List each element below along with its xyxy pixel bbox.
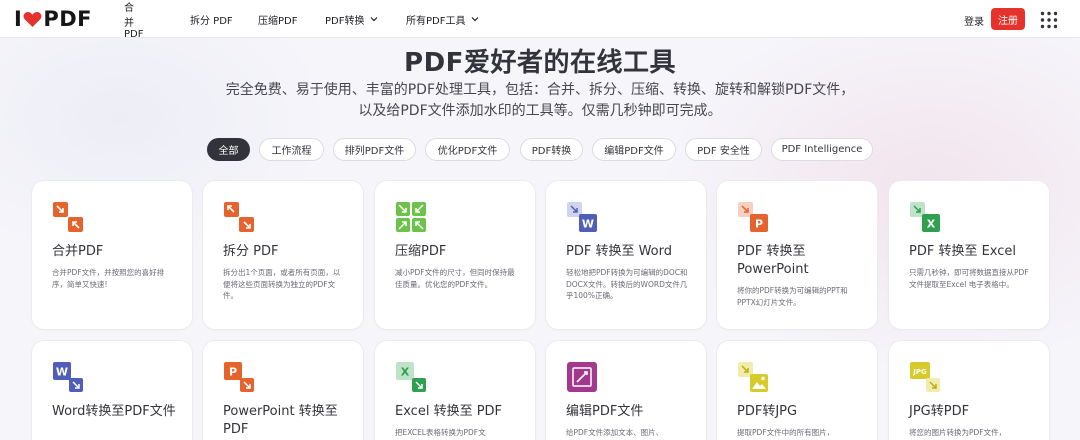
svg-text:W: W [582,218,594,231]
tool-title: PDF 转换至 PowerPoint [737,244,809,277]
page-title: PDF爱好者的在线工具 [404,48,676,78]
filter-security[interactable]: PDF 安全性 [685,138,762,161]
pdf-to-jpg-icon [738,362,768,392]
svg-text:W: W [56,366,68,379]
nav-compress-pdf[interactable]: 压缩PDF [258,12,297,27]
tool-card-jpg-to-pdf[interactable]: JPG JPG转PDF 将您的图片转换为PDF文件， [889,341,1049,440]
logo-wordmark: PDF [43,7,92,31]
filter-edit[interactable]: 编辑PDF文件 [592,138,676,161]
edit-pdf-icon [567,362,597,392]
tool-card-pdf-to-jpg[interactable]: PDF转JPG 提取PDF文件中的所有图片， [717,341,877,440]
tool-title: 编辑PDF文件 [566,404,644,419]
ppt-to-pdf-icon: P [224,362,254,392]
tool-description: 拆分出1个页面，或者所有页面，以便将这些页面转换为独立的PDF文件。 [223,268,341,300]
tool-description: 轻松地把PDF转换为可编辑的DOC和DOCX文件。转换后的WORD文件几乎100… [566,268,688,300]
tool-card-split-pdf[interactable]: 拆分 PDF 拆分出1个页面，或者所有页面，以便将这些页面转换为独立的PDF文件… [203,181,363,329]
tool-card-excel-to-pdf[interactable]: X Excel 转换至 PDF 把EXCEL表格转换为PDF文 [375,341,535,440]
word-to-pdf-icon: W [53,362,83,392]
tool-title: 合并PDF [52,244,104,259]
chevron-down-icon [371,17,378,22]
compress-icon [396,202,426,232]
ilovepdf-logo[interactable]: I PDF [14,7,92,31]
jpg-to-pdf-icon: JPG [910,362,940,392]
tool-title: Excel 转换至 PDF [395,404,503,419]
tool-description: 将您的图片转换为PDF文件， [909,428,1007,437]
excel-to-pdf-icon: X [396,362,426,392]
login-link[interactable]: 登录 [964,13,984,28]
svg-text:P: P [229,366,237,379]
tool-description: 合并PDF文件，并按照您的喜好排序，简单又快速! [52,268,165,289]
svg-text:JPG: JPG [912,368,927,376]
tool-card-pdf-to-excel[interactable]: X PDF 转换至 Excel 只需几秒钟，即可将数据直接从PDF文件提取至Ex… [889,181,1049,329]
nav-all-tools[interactable]: 所有PDF工具 [406,12,479,27]
top-nav-bar: I PDF 合并PDF 拆分 PDF 压缩PDF PDF转换 所有PDF工具 登… [0,0,1080,40]
tool-card-merge-pdf[interactable]: 合并PDF 合并PDF文件，并按照您的喜好排序，简单又快速! [32,181,192,329]
tool-card-pdf-to-word[interactable]: W PDF 转换至 Word 轻松地把PDF转换为可编辑的DOC和DOCX文件。… [546,181,706,329]
logo-letter: I [14,7,23,31]
filter-convert[interactable]: PDF转换 [520,138,583,161]
tool-title: 拆分 PDF [223,244,279,259]
tool-card-ppt-to-pdf[interactable]: P PowerPoint 转换至 PDF [203,341,363,440]
filter-intelligence[interactable]: PDF Intelligence [771,138,873,161]
heart-icon [23,11,42,27]
merge-icon [53,202,83,232]
nav-merge-pdf[interactable]: 合并PDF [124,0,143,40]
page-subtitle: 完全免费、易于使用、丰富的PDF处理工具，包括：合并、拆分、压缩、转换、旋转和解… [225,82,855,119]
filter-workflows[interactable]: 工作流程 [259,138,324,161]
svg-text:P: P [755,218,763,231]
register-button[interactable]: 注册 [991,8,1025,30]
tool-filter-tabs: 全部 工作流程 排列PDF文件 优化PDF文件 PDF转换 编辑PDF文件 PD… [0,138,1080,162]
tool-description: 将你的PDF转换为可编辑的PPT和PPTX幻灯片文件。 [737,286,848,307]
tool-description: 把EXCEL表格转换为PDF文 [395,428,486,437]
tool-title: PDF转JPG [737,404,798,419]
tool-card-compress-pdf[interactable]: 压缩PDF 减小PDF文件的尺寸，但同时保持最佳质量。优化您的PDF文件。 [375,181,535,329]
split-icon [224,202,254,232]
filter-all[interactable]: 全部 [207,138,250,161]
nav-convert-pdf[interactable]: PDF转换 [325,12,378,27]
tool-title: JPG转PDF [909,404,970,419]
chevron-down-icon [472,17,479,22]
filter-organize[interactable]: 排列PDF文件 [333,138,416,161]
tool-card-pdf-to-powerpoint[interactable]: P PDF 转换至 PowerPoint 将你的PDF转换为可编辑的PPT和PP… [717,181,877,329]
svg-text:X: X [401,366,410,379]
svg-text:X: X [927,218,936,231]
tool-title: PowerPoint 转换至 PDF [223,404,338,437]
pdf-to-excel-icon: X [910,202,940,232]
tool-card-word-to-pdf[interactable]: W Word转换至PDF文件 [32,341,192,440]
pdf-to-ppt-icon: P [738,202,768,232]
filter-optimize[interactable]: 优化PDF文件 [425,138,510,161]
apps-grid-icon[interactable] [1040,11,1058,29]
tool-description: 减小PDF文件的尺寸，但同时保持最佳质量。优化您的PDF文件。 [395,268,515,289]
pdf-to-word-icon: W [567,202,597,232]
tool-title: PDF 转换至 Word [566,244,673,259]
tool-description: 只需几秒钟，即可将数据直接从PDF文件提取至Excel 电子表格中。 [909,268,1029,289]
tool-title: PDF 转换至 Excel [909,244,1017,259]
tool-title: Word转换至PDF文件 [52,404,176,419]
tool-title: 压缩PDF [395,244,447,259]
tool-card-edit-pdf[interactable]: 编辑PDF文件 给PDF文件添加文本、图片、 [546,341,706,440]
tool-description: 提取PDF文件中的所有图片， [737,428,835,437]
tool-description: 给PDF文件添加文本、图片、 [566,428,664,437]
nav-split-pdf[interactable]: 拆分 PDF [190,12,233,27]
